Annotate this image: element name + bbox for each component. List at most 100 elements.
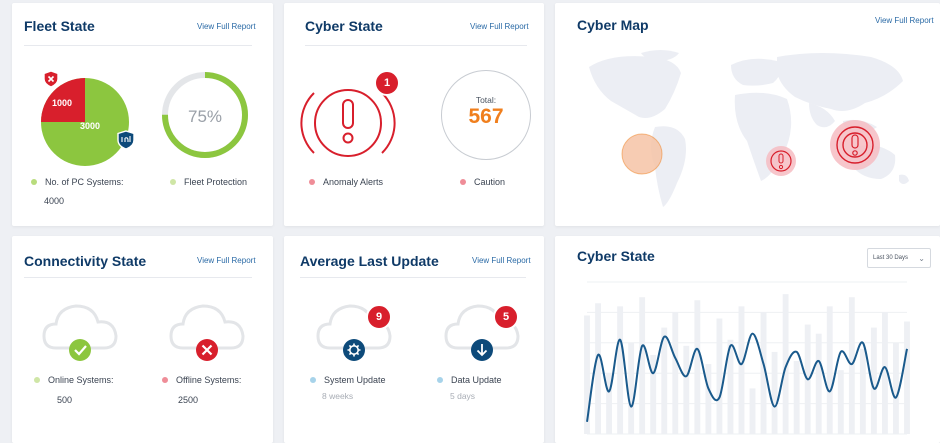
chart-bar bbox=[904, 321, 910, 434]
chart-bar bbox=[716, 318, 723, 434]
chart-gridlines bbox=[587, 281, 907, 435]
cyber-state-chart-card: Cyber State Last 30 Days ⌄ bbox=[555, 236, 940, 443]
average-last-update-card: Average Last Update View Full Report 9 5… bbox=[284, 236, 544, 443]
chart-bar bbox=[738, 306, 745, 434]
connectivity-legend-offline-label: Offline Systems: bbox=[176, 375, 242, 385]
cyber-state-line-chart bbox=[584, 281, 910, 435]
cyber-map-card: Cyber Map View Full Report bbox=[555, 3, 940, 226]
connectivity-view-report-link[interactable]: View Full Report bbox=[197, 256, 256, 265]
chart-series-line bbox=[586, 332, 908, 423]
offline-cloud-icon bbox=[169, 304, 245, 361]
caution-total-value: 567 bbox=[468, 105, 504, 128]
data-update-value: 5 days bbox=[450, 391, 476, 401]
cyber-map-view-report-link[interactable]: View Full Report bbox=[875, 16, 934, 25]
chart-bar bbox=[815, 333, 822, 434]
chart-bar bbox=[705, 364, 712, 434]
fleet-protection-ring: 75% bbox=[162, 72, 248, 158]
connectivity-state-title: Connectivity State bbox=[24, 253, 147, 269]
system-update-badge: 9 bbox=[366, 304, 392, 330]
legend-dot-blue-data bbox=[437, 377, 443, 383]
chart-bar bbox=[595, 303, 601, 434]
alert-gauge-outer-left-arc bbox=[300, 92, 315, 154]
connectivity-state-card: Connectivity State View Full Report Onli… bbox=[12, 236, 273, 443]
exclamation-icon bbox=[342, 99, 354, 144]
chart-bar bbox=[694, 300, 701, 434]
legend-dot-light-green bbox=[170, 179, 176, 185]
chart-bar bbox=[793, 361, 800, 434]
average-update-view-report-link[interactable]: View Full Report bbox=[472, 256, 531, 265]
map-marker-alert-asia bbox=[830, 120, 880, 170]
update-legend-data-label: Data Update bbox=[451, 375, 502, 385]
offline-systems-value: 2500 bbox=[178, 395, 199, 405]
world-map bbox=[589, 50, 909, 207]
map-marker-orange bbox=[621, 133, 663, 175]
cyber-state-divider bbox=[305, 45, 527, 46]
chart-bar bbox=[683, 345, 690, 434]
connectivity-legend-offline: Offline Systems: bbox=[162, 375, 241, 385]
average-last-update-title: Average Last Update bbox=[300, 253, 439, 269]
cyber-state-title: Cyber State bbox=[305, 18, 383, 34]
chart-bar bbox=[617, 306, 624, 434]
anomaly-alerts-badge: 1 bbox=[374, 70, 400, 96]
caution-total-label: Total: bbox=[475, 95, 497, 105]
fleet-state-view-report-link[interactable]: View Full Report bbox=[197, 22, 256, 31]
chart-bar bbox=[848, 297, 855, 434]
fleet-pie-red-label: 1000 bbox=[52, 98, 72, 108]
fleet-state-divider bbox=[24, 45, 252, 46]
fleet-legend-systems: No. of PC Systems: bbox=[31, 177, 124, 187]
connectivity-legend-online-label: Online Systems: bbox=[48, 375, 114, 385]
chart-bar bbox=[749, 388, 756, 434]
shield-badge-icon bbox=[117, 130, 135, 150]
chart-bar bbox=[837, 370, 844, 434]
update-legend-system: System Update bbox=[310, 375, 386, 385]
date-range-dropdown-label: Last 30 Days bbox=[873, 255, 909, 261]
cyber-state-chart-title: Cyber State bbox=[577, 248, 655, 264]
fleet-pie-chart: 1000 3000 bbox=[41, 70, 135, 166]
cyber-state-card: Cyber State View Full Report 1 Total: 56… bbox=[284, 3, 544, 226]
fleet-state-title: Fleet State bbox=[24, 18, 95, 34]
fleet-systems-value: 4000 bbox=[44, 196, 65, 206]
fleet-state-card: Fleet State View Full Report 1000 3000 7… bbox=[12, 3, 273, 226]
cyber-legend-caution: Caution bbox=[460, 177, 505, 187]
cyber-map-title: Cyber Map bbox=[577, 17, 649, 33]
legend-dot-red-offline bbox=[162, 377, 168, 383]
legend-dot-pink bbox=[309, 179, 315, 185]
connectivity-divider bbox=[24, 277, 252, 278]
chart-bar bbox=[771, 351, 778, 434]
chart-bar bbox=[639, 297, 646, 434]
fleet-ring-percent: 75% bbox=[188, 107, 222, 126]
update-legend-system-label: System Update bbox=[324, 375, 386, 385]
chart-bar bbox=[826, 306, 833, 434]
fleet-pie-green-label: 3000 bbox=[80, 121, 100, 131]
system-update-circle bbox=[343, 339, 365, 361]
online-check-circle bbox=[69, 339, 91, 361]
update-legend-data: Data Update bbox=[437, 375, 502, 385]
average-update-divider bbox=[300, 277, 526, 278]
chart-bar bbox=[628, 342, 635, 434]
chart-bar bbox=[893, 342, 899, 434]
connectivity-legend-online: Online Systems: bbox=[34, 375, 114, 385]
chevron-down-icon: ⌄ bbox=[918, 253, 925, 263]
fleet-legend-protection: Fleet Protection bbox=[170, 177, 247, 187]
chart-bar bbox=[859, 348, 866, 434]
chart-bar bbox=[672, 312, 679, 434]
cyber-legend-caution-label: Caution bbox=[474, 177, 506, 187]
legend-dot-green bbox=[31, 179, 37, 185]
system-update-value: 8 weeks bbox=[322, 391, 354, 401]
online-systems-value: 500 bbox=[57, 395, 73, 405]
date-range-dropdown[interactable]: Last 30 Days ⌄ bbox=[867, 248, 931, 268]
alert-gauge-outer-right-arc bbox=[381, 92, 396, 154]
data-update-badge: 5 bbox=[493, 304, 519, 330]
legend-dot-pink-caution bbox=[460, 179, 466, 185]
map-marker-alert-africa bbox=[766, 146, 796, 176]
legend-dot-blue-system bbox=[310, 377, 316, 383]
cyber-state-view-report-link[interactable]: View Full Report bbox=[470, 22, 529, 31]
cyber-legend-alerts: Anomaly Alerts bbox=[309, 177, 383, 187]
online-cloud-icon bbox=[42, 304, 118, 361]
chart-bars bbox=[584, 294, 910, 434]
legend-dot-green-online bbox=[34, 377, 40, 383]
cyber-legend-alerts-label: Anomaly Alerts bbox=[323, 177, 384, 187]
fleet-legend-systems-label: No. of PC Systems: bbox=[45, 177, 124, 187]
fleet-legend-protection-label: Fleet Protection bbox=[184, 177, 248, 187]
shield-x-icon bbox=[43, 70, 59, 88]
